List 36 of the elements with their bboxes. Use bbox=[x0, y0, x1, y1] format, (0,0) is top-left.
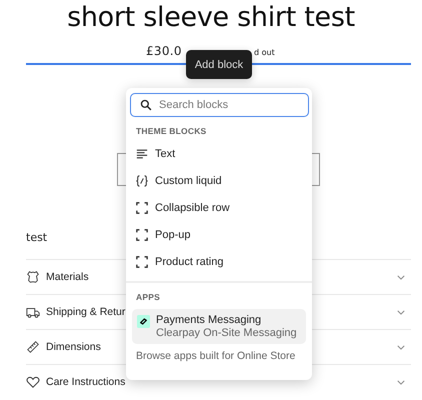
frame-corners-icon bbox=[136, 228, 148, 240]
hide-icon bbox=[26, 270, 40, 284]
section-heading: THEME BLOCKS bbox=[136, 126, 208, 138]
accordion-title[interactable]: Care Instructions bbox=[46, 376, 126, 388]
truck-icon bbox=[26, 305, 40, 319]
app-item[interactable]: Payments Messaging Clearpay On-Site Messaging bbox=[132, 309, 306, 344]
block-option[interactable]: Pop-up bbox=[155, 228, 190, 240]
chevron-icon[interactable] bbox=[397, 380, 405, 384]
block-option[interactable]: Text bbox=[155, 148, 176, 160]
search-field[interactable]: Search blocks bbox=[130, 93, 309, 117]
chevron-icon[interactable] bbox=[397, 310, 405, 314]
search-icon bbox=[140, 99, 152, 111]
block-option[interactable]: Product rating bbox=[155, 256, 224, 268]
lines-icon bbox=[136, 148, 148, 160]
stock-status: d out bbox=[254, 48, 275, 57]
accordion-title[interactable]: Shipping & Retur bbox=[46, 306, 126, 318]
product-title: short sleeve shirt test bbox=[66, 1, 356, 35]
block-option[interactable]: Custom liquid bbox=[155, 174, 222, 186]
chevron-icon[interactable] bbox=[397, 344, 405, 350]
app-name: Payments Messaging bbox=[156, 314, 262, 326]
code-braces-icon bbox=[136, 174, 148, 186]
block-option[interactable]: Collapsible row bbox=[155, 202, 230, 214]
app-logo-icon bbox=[137, 315, 150, 328]
accordion-title[interactable]: Materials bbox=[46, 271, 89, 283]
tooltip: Add block bbox=[186, 50, 252, 79]
frame-corners-icon bbox=[136, 202, 148, 214]
accordion-title[interactable]: Dimensions bbox=[46, 341, 101, 353]
ruler-icon bbox=[26, 340, 40, 354]
browse-apps-link[interactable]: Browse apps built for Online Store bbox=[136, 350, 312, 362]
chevron-icon[interactable] bbox=[397, 274, 405, 280]
heart-icon bbox=[26, 375, 40, 389]
product-description: test bbox=[26, 231, 48, 244]
frame-corners-icon bbox=[136, 256, 148, 268]
app-provider: Clearpay On-Site Messaging bbox=[156, 327, 297, 339]
section-heading: APPS bbox=[136, 292, 161, 304]
product-price: £30.0 bbox=[146, 44, 183, 58]
